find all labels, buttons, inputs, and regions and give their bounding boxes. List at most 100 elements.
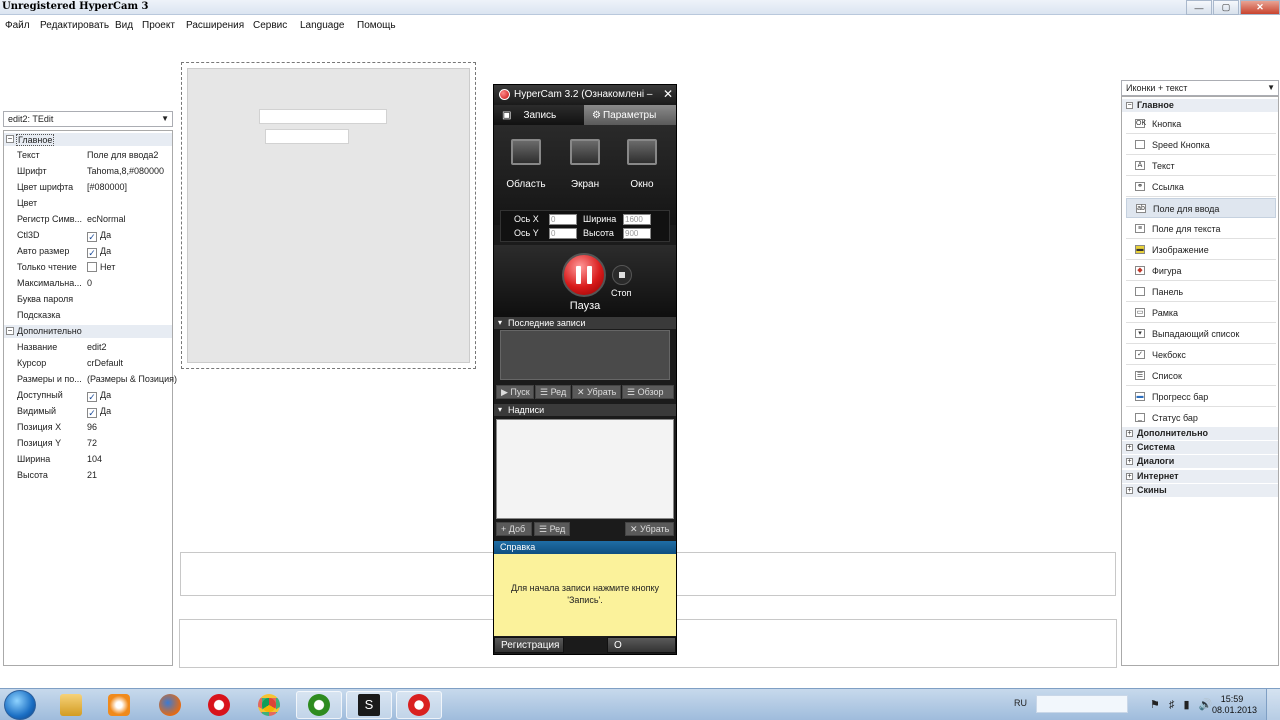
component-selector[interactable]: edit2: TEdit ▼	[3, 111, 173, 127]
property-row[interactable]: Доступный ✓ Да	[4, 387, 172, 403]
menu-view[interactable]: Вид	[115, 20, 133, 31]
expand-icon[interactable]: +	[1126, 444, 1133, 451]
maximize-button[interactable]: ▢	[1213, 0, 1239, 15]
expand-icon[interactable]: +	[1126, 458, 1133, 465]
captions-list[interactable]	[496, 419, 674, 519]
property-row[interactable]: Ширина 104	[4, 451, 172, 467]
taskbar-chrome[interactable]	[246, 691, 292, 719]
property-row[interactable]: Шрифт Tahoma,8,#080000	[4, 163, 172, 179]
register-button[interactable]: Регистрация	[494, 637, 564, 653]
taskbar-media[interactable]	[96, 691, 142, 719]
palette-item-checkbox[interactable]: ✓ Чекбокс	[1126, 345, 1276, 365]
edit-field-1[interactable]	[259, 109, 387, 124]
menu-file[interactable]: Файл	[5, 20, 30, 31]
show-desktop-button[interactable]	[1266, 689, 1280, 720]
form-surface[interactable]	[187, 68, 470, 363]
menu-extensions[interactable]: Расширения	[186, 20, 244, 31]
collapse-icon[interactable]: −	[1126, 102, 1133, 109]
property-row[interactable]: Подсказка	[4, 307, 172, 323]
browse-button[interactable]: ☰ Обзор	[622, 385, 674, 399]
taskbar-firefox[interactable]	[147, 691, 193, 719]
group-main[interactable]: − Главное	[4, 133, 172, 146]
palette-item-button[interactable]: OK Кнопка	[1126, 114, 1276, 134]
tab-params[interactable]: ⚙ Параметры	[584, 105, 676, 125]
close-button[interactable]: ✕	[1240, 0, 1280, 15]
recent-records-list[interactable]	[500, 330, 670, 380]
palette-item-link[interactable]: ⚭ Ссылка	[1126, 177, 1276, 197]
collapse-icon[interactable]: −	[6, 135, 14, 143]
play-button[interactable]: ▶ Пуск	[496, 385, 534, 399]
remove-caption-button[interactable]: ✕ Убрать	[625, 522, 674, 536]
palette-group-internet[interactable]: + Интернет	[1122, 470, 1278, 483]
expand-icon[interactable]: +	[1126, 430, 1133, 437]
checkbox-checked[interactable]: ✓	[87, 232, 97, 242]
property-row[interactable]: Видимый ✓ Да	[4, 403, 172, 419]
palette-group-dialogs[interactable]: + Диалоги	[1122, 455, 1278, 468]
height-input[interactable]: 900	[623, 228, 651, 239]
taskbar-opera[interactable]	[196, 691, 242, 719]
tab-record[interactable]: ▣ Запись	[494, 105, 584, 125]
expand-icon[interactable]: +	[1126, 473, 1133, 480]
palette-group-additional[interactable]: + Дополнительно	[1122, 427, 1278, 440]
tray-toolbar[interactable]	[1036, 695, 1128, 713]
palette-group-system[interactable]: + Система	[1122, 441, 1278, 454]
menu-help[interactable]: Помощь	[357, 20, 396, 31]
about-button[interactable]: О программе	[607, 637, 676, 666]
edit-caption-button[interactable]: ☰ Ред	[534, 522, 570, 536]
expand-icon[interactable]: +	[1126, 487, 1133, 494]
taskbar-hypercam[interactable]	[396, 691, 442, 719]
palette-group-main[interactable]: − Главное	[1122, 99, 1278, 112]
property-row[interactable]: Буква пароля	[4, 291, 172, 307]
clock[interactable]: 15:59 08.01.2013	[1212, 694, 1257, 716]
start-button[interactable]	[4, 690, 36, 720]
palette-item-panel[interactable]: Панель	[1126, 282, 1276, 302]
palette-item-edit[interactable]: ab Поле для ввода	[1126, 198, 1276, 218]
language-indicator[interactable]: RU	[1014, 698, 1027, 708]
palette-item-listbox[interactable]: ☰ Список	[1126, 366, 1276, 386]
mode-region-button[interactable]: Область	[502, 135, 550, 190]
palette-item-progressbar[interactable]: ▬ Прогресс бар	[1126, 387, 1276, 407]
tray-icons[interactable]: ⚑ ♯ ▮ 🔊	[1150, 698, 1215, 711]
menu-edit[interactable]: Редактировать	[40, 20, 109, 31]
design-form[interactable]	[181, 62, 476, 369]
checkbox-checked[interactable]: ✓	[87, 408, 97, 418]
taskbar-explorer[interactable]	[48, 691, 94, 719]
menu-service[interactable]: Сервис	[253, 20, 287, 31]
palette-item-shape[interactable]: ◆ Фигура	[1126, 261, 1276, 281]
property-row[interactable]: Курсор crDefault	[4, 355, 172, 371]
group-additional[interactable]: − Дополнительно	[4, 325, 172, 338]
taskbar-icq[interactable]	[296, 691, 342, 719]
property-row[interactable]: Только чтение Нет	[4, 259, 172, 275]
collapse-icon[interactable]: −	[6, 327, 14, 335]
mode-window-button[interactable]: Окно	[618, 135, 666, 190]
palette-item-statusbar[interactable]: _ Статус бар	[1126, 408, 1276, 428]
menu-project[interactable]: Проект	[142, 20, 175, 31]
palette-item-image[interactable]: ▬ Изображение	[1126, 240, 1276, 260]
remove-button[interactable]: ✕ Убрать	[572, 385, 621, 399]
property-row[interactable]: Высота 21	[4, 467, 172, 483]
edit-field-2[interactable]	[265, 129, 349, 144]
property-row[interactable]: Ctl3D ✓ Да	[4, 227, 172, 243]
add-caption-button[interactable]: + Доб	[496, 522, 532, 536]
palette-item-label[interactable]: A Текст	[1126, 156, 1276, 176]
palette-item-memo[interactable]: ≡ Поле для текста	[1126, 219, 1276, 239]
checkbox-checked[interactable]: ✓	[87, 248, 97, 258]
palette-item-speed-button[interactable]: Speed Кнопка	[1126, 135, 1276, 155]
property-row[interactable]: Размеры и по... (Размеры & Позиция)	[4, 371, 177, 387]
checkbox-unchecked[interactable]	[87, 262, 97, 272]
palette-view-select[interactable]: Иконки + текст ▼	[1121, 80, 1279, 96]
axis-y-input[interactable]: 0	[549, 228, 577, 239]
palette-group-skins[interactable]: + Скины	[1122, 484, 1278, 497]
property-row[interactable]: Авто размер ✓ Да	[4, 243, 172, 259]
property-row[interactable]: Максимальна... 0	[4, 275, 172, 291]
property-row[interactable]: Цвет шрифта [#080000]	[4, 179, 172, 195]
minimize-button[interactable]: —	[1186, 0, 1212, 15]
menu-language[interactable]: Language	[300, 20, 345, 31]
stop-button[interactable]	[612, 265, 632, 285]
property-row[interactable]: Название edit2	[4, 339, 172, 355]
property-row[interactable]: Цвет	[4, 195, 172, 211]
palette-item-frame[interactable]: ▭ Рамка	[1126, 303, 1276, 323]
hypercam-close-icon[interactable]: ✕	[663, 87, 673, 101]
axis-x-input[interactable]: 0	[549, 214, 577, 225]
property-row[interactable]: Текст Поле для ввода2	[4, 147, 172, 163]
